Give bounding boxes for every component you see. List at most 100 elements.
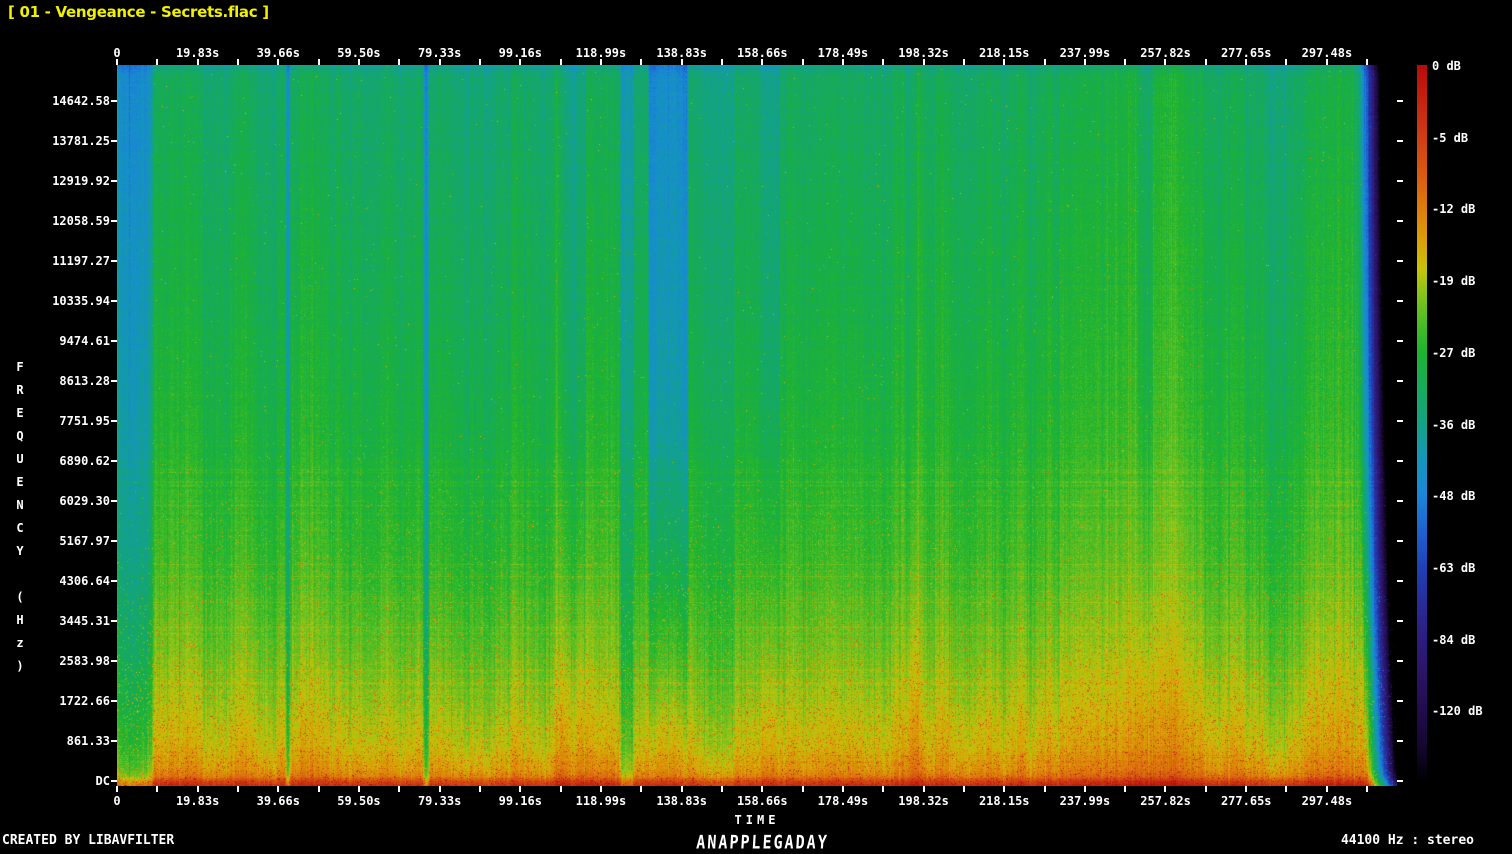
time-tick-bottom	[1164, 786, 1166, 792]
time-tick-top	[560, 59, 562, 65]
time-tick-bottom	[1003, 786, 1005, 792]
time-axis-title: TIME	[734, 813, 780, 827]
time-label-top: 297.48s	[1301, 46, 1353, 60]
db-scale-label: 0 dB	[1432, 59, 1461, 73]
freq-tick-left	[111, 500, 117, 502]
generator-credit: CREATED BY LIBAVFILTER	[2, 833, 175, 848]
time-tick-bottom	[1205, 786, 1207, 792]
freq-tick-left	[111, 420, 117, 422]
freq-tick-left	[111, 140, 117, 142]
time-tick-bottom	[519, 786, 521, 792]
time-tick-bottom	[1124, 786, 1126, 792]
frequency-axis-title-char: Q	[16, 429, 24, 443]
samplerate-channels: 44100 Hz : stereo	[1340, 833, 1474, 848]
freq-tick-left	[111, 380, 117, 382]
frequency-axis-title-char: F	[16, 360, 24, 374]
frequency-axis-title-char: E	[16, 475, 24, 489]
time-tick-top	[237, 59, 239, 65]
time-label-bottom: 218.15s	[978, 794, 1030, 808]
freq-label: 12919.92	[52, 174, 110, 188]
time-label-bottom: 257.82s	[1140, 794, 1191, 808]
db-scale-label: -84 dB	[1432, 633, 1476, 647]
time-label-top: 79.33s	[417, 46, 462, 60]
time-tick-bottom	[842, 786, 844, 792]
frequency-axis-title-char: U	[16, 452, 24, 466]
time-label-bottom: 59.50s	[337, 794, 381, 808]
time-label-top: 237.99s	[1059, 46, 1111, 60]
time-label-bottom: 178.49s	[817, 794, 869, 808]
freq-tick-left	[111, 260, 117, 262]
time-label-bottom: 198.32s	[898, 794, 949, 808]
time-label-bottom: 237.99s	[1059, 794, 1111, 808]
time-tick-bottom	[681, 786, 683, 792]
time-label-top: 0	[113, 46, 121, 60]
freq-tick-left	[111, 740, 117, 742]
freq-label: 1722.66	[59, 694, 110, 708]
frequency-axis-title-char: H	[16, 613, 24, 627]
db-scale-label: -120 dB	[1432, 704, 1483, 718]
freq-label: 4306.64	[59, 574, 110, 588]
time-tick-top	[1124, 59, 1126, 65]
time-label-bottom: 277.65s	[1220, 794, 1272, 808]
db-scale-label: -36 dB	[1432, 418, 1476, 432]
frequency-axis-title-char: E	[16, 406, 24, 420]
freq-tick-left	[111, 460, 117, 462]
freq-label: 10335.94	[52, 294, 110, 308]
time-label-bottom: 118.99s	[575, 794, 627, 808]
freq-tick-right	[1397, 180, 1403, 182]
freq-tick-right	[1397, 220, 1403, 222]
freq-label: DC	[95, 774, 110, 788]
freq-tick-right	[1397, 500, 1403, 502]
db-scale-label: -5 dB	[1432, 131, 1469, 145]
time-tick-top	[963, 59, 965, 65]
freq-tick-right	[1397, 300, 1403, 302]
freq-tick-left	[111, 620, 117, 622]
freq-tick-right	[1397, 700, 1403, 702]
time-tick-top	[318, 59, 320, 65]
freq-label: 14642.58	[52, 94, 110, 108]
time-tick-bottom	[802, 786, 804, 792]
freq-tick-right	[1397, 580, 1403, 582]
frequency-axis-title-char: C	[16, 521, 24, 535]
db-scale-label: -27 dB	[1432, 346, 1476, 360]
time-tick-bottom	[156, 786, 158, 792]
time-label-top: 118.99s	[575, 46, 627, 60]
release-group-logo: ANAPPLEGADAY	[695, 831, 830, 854]
time-label-top: 39.66s	[256, 46, 300, 60]
freq-tick-left	[111, 180, 117, 182]
freq-tick-left	[111, 340, 117, 342]
freq-tick-right	[1397, 460, 1403, 462]
time-tick-top	[156, 59, 158, 65]
freq-tick-right	[1397, 780, 1403, 782]
time-tick-bottom	[1326, 786, 1328, 792]
time-tick-top	[398, 59, 400, 65]
time-tick-bottom	[1285, 786, 1287, 792]
time-tick-bottom	[1044, 786, 1046, 792]
time-tick-top	[1205, 59, 1207, 65]
db-scale-label: -19 dB	[1432, 274, 1476, 288]
freq-tick-right	[1397, 620, 1403, 622]
time-label-top: 218.15s	[978, 46, 1030, 60]
frequency-axis-title-char: (	[16, 590, 24, 604]
db-scale-label: -12 dB	[1432, 202, 1476, 216]
time-label-top: 178.49s	[817, 46, 869, 60]
time-label-bottom: 39.66s	[256, 794, 300, 808]
freq-tick-left	[111, 100, 117, 102]
time-label-top: 59.50s	[337, 46, 381, 60]
time-tick-bottom	[1366, 786, 1368, 792]
frequency-axis-title-char: z	[16, 636, 24, 650]
time-tick-top	[1044, 59, 1046, 65]
time-tick-bottom	[116, 786, 118, 792]
time-label-top: 138.83s	[656, 46, 707, 60]
frequency-axis-title-char: N	[16, 498, 24, 512]
freq-label: 9474.61	[59, 334, 110, 348]
time-tick-bottom	[277, 786, 279, 792]
time-tick-bottom	[1084, 786, 1086, 792]
time-tick-bottom	[963, 786, 965, 792]
freq-tick-left	[111, 580, 117, 582]
time-tick-bottom	[358, 786, 360, 792]
db-colorbar	[1417, 65, 1427, 782]
freq-label: 12058.59	[52, 214, 110, 228]
time-tick-bottom	[721, 786, 723, 792]
time-tick-bottom	[600, 786, 602, 792]
